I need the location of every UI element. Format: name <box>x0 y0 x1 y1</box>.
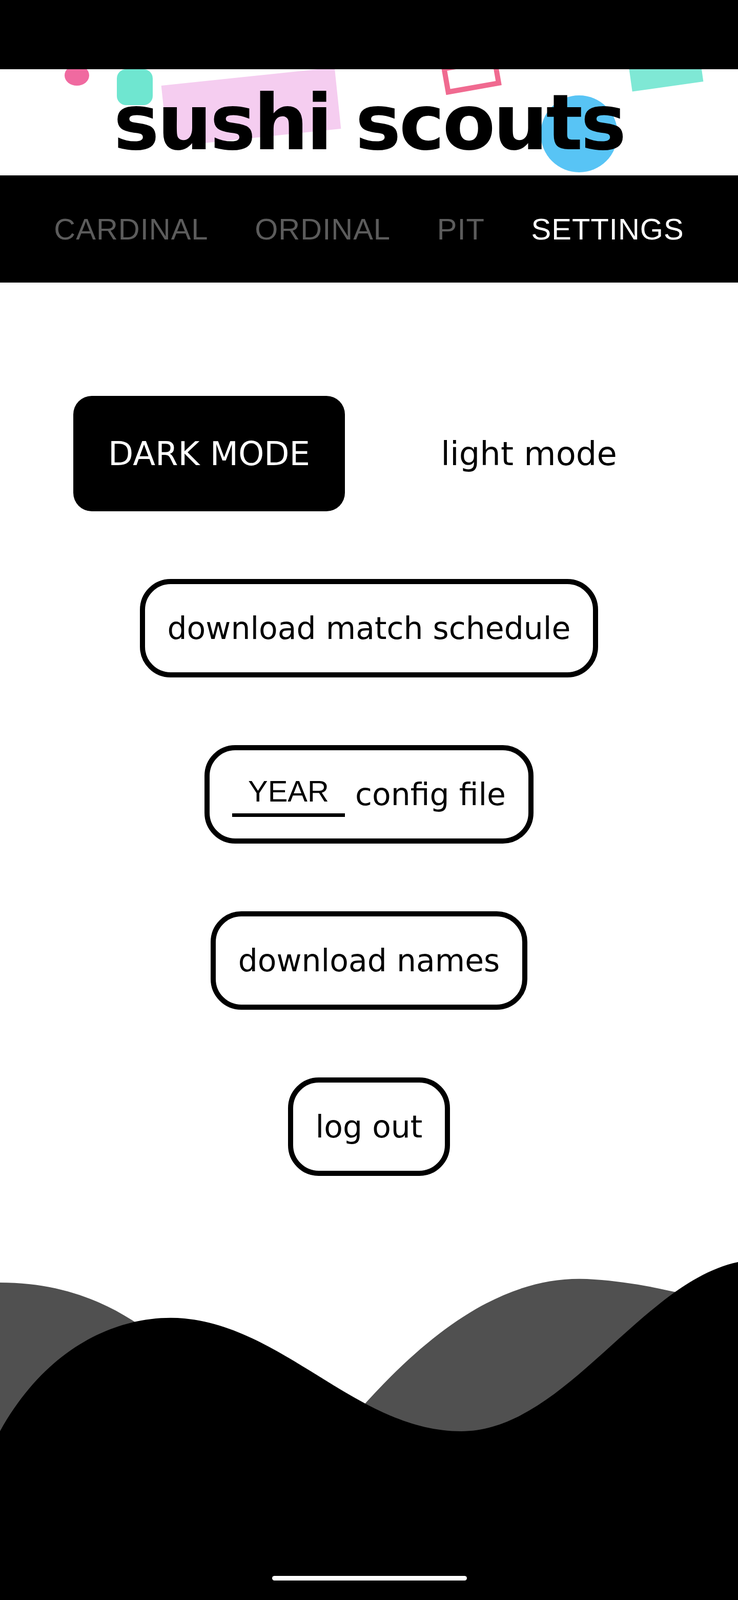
action-button[interactable]: download match schedule <box>139 578 599 678</box>
year-input[interactable] <box>232 771 345 817</box>
status-bar <box>0 0 738 70</box>
footer-waves <box>0 1261 738 1599</box>
app-logo: sushi scouts <box>113 84 625 161</box>
mode-toggle: DARK MODE light mode <box>73 395 665 511</box>
nav-tab[interactable]: SETTINGS <box>528 206 688 252</box>
settings-page: sushi scouts CARDINAL ORDINAL PIT SETTINGS DA… <box>0 0 738 1599</box>
nav-tab[interactable]: CARDINAL <box>50 206 212 252</box>
action-button[interactable]: log out <box>288 1076 451 1176</box>
nav-tab[interactable]: ORDINAL <box>251 206 394 252</box>
action-button[interactable]: download names <box>210 910 528 1010</box>
settings-list: DARK MODE light mode download match schedu… <box>0 282 738 1176</box>
home-indicator <box>272 1574 467 1580</box>
header: sushi scouts <box>0 69 738 176</box>
config-file-button[interactable]: config file <box>204 744 534 844</box>
tab-bar: CARDINAL ORDINAL PIT SETTINGS <box>0 175 738 283</box>
mode-option[interactable]: DARK MODE <box>73 395 345 511</box>
nav-tab[interactable]: PIT <box>434 206 488 252</box>
mode-option[interactable]: light mode <box>393 395 665 511</box>
config-file-label: config file <box>355 775 506 812</box>
wave-icon <box>0 1261 738 1599</box>
